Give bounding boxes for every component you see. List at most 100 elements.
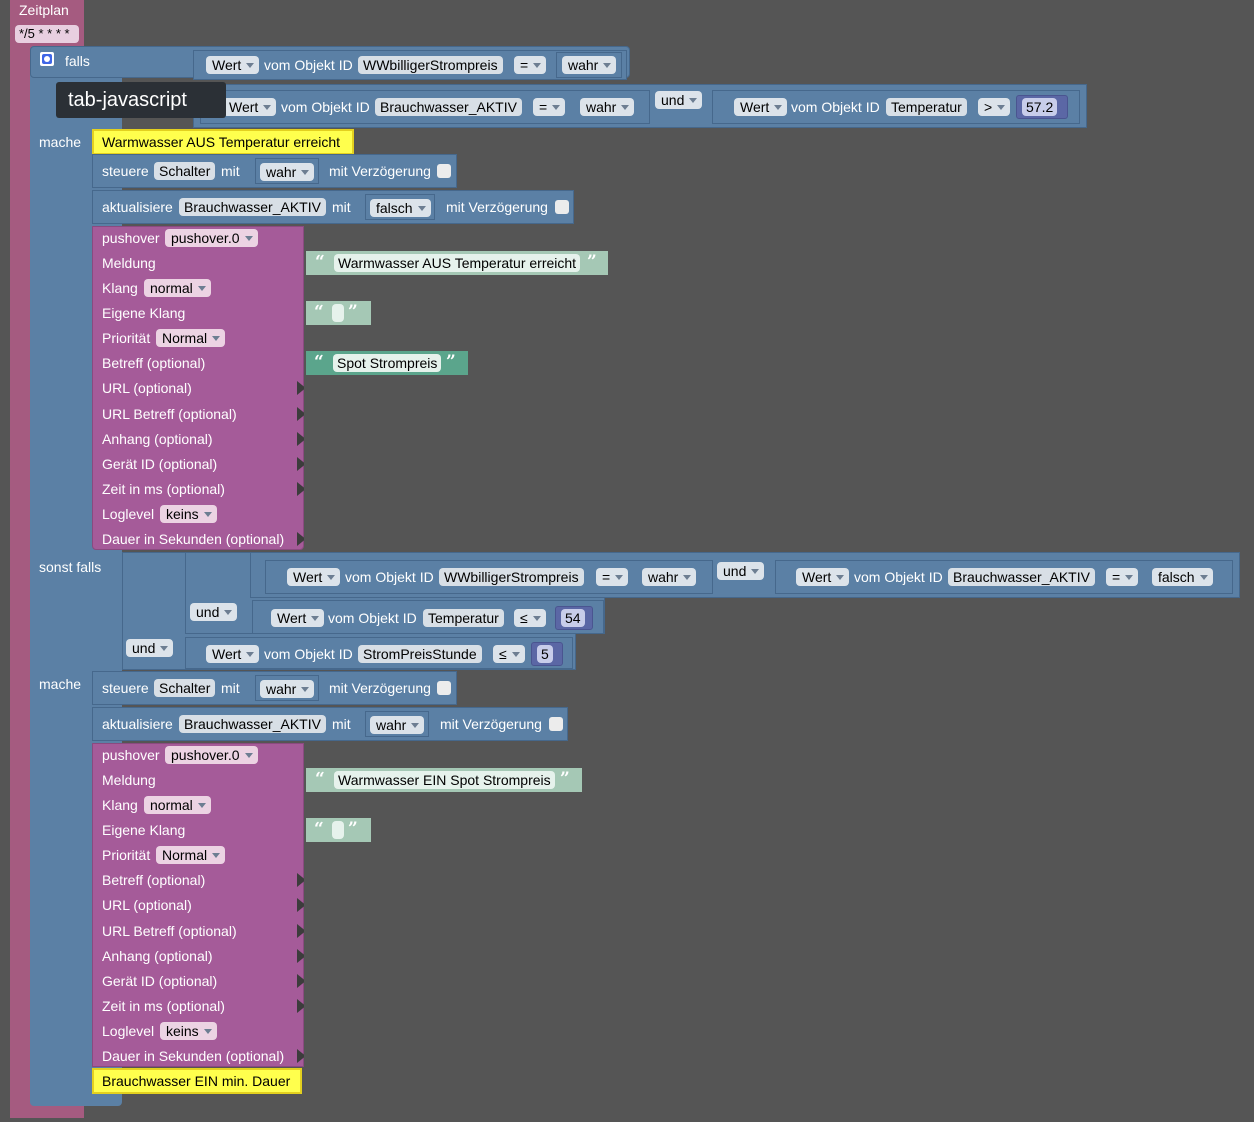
wert-dropdown-7[interactable]: Wert	[206, 645, 260, 663]
text-value-empty[interactable]	[332, 821, 344, 839]
open-quote-icon: “	[314, 819, 324, 839]
vom-objekt-id-label: vom Objekt ID	[854, 569, 943, 585]
and-dropdown[interactable]: und	[717, 562, 765, 580]
cron-field[interactable]: */5 * * * *	[15, 25, 79, 43]
switch-object-field[interactable]: Schalter	[154, 679, 216, 697]
object-id-field[interactable]: Brauchwasser_AKTIV	[179, 198, 326, 216]
trigger-label: Zeitplan	[19, 2, 69, 18]
zeit-label: Zeit in ms (optional)	[102, 481, 225, 497]
number-block[interactable]: 57.2	[1016, 95, 1068, 119]
number-block[interactable]: 5	[531, 642, 563, 666]
text-block-empty[interactable]: “”	[306, 818, 371, 842]
value-dropdown[interactable]: wahr	[562, 56, 617, 74]
wert-dropdown-5[interactable]: Wert	[796, 568, 850, 586]
dauer-label: Dauer in Sekunden (optional)	[102, 1048, 285, 1064]
text-value-empty[interactable]	[332, 304, 344, 322]
and-dropdown[interactable]: und	[655, 91, 703, 109]
operator-dropdown[interactable]: =	[533, 98, 566, 116]
object-id-field[interactable]: Temperatur	[423, 609, 504, 627]
delay-checkbox[interactable]	[437, 681, 451, 695]
value-dropdown[interactable]: falsch	[370, 199, 431, 217]
delay-checkbox[interactable]	[437, 164, 451, 178]
text-block-empty[interactable]: “”	[306, 301, 371, 325]
anhang-label: Anhang (optional)	[102, 431, 213, 447]
close-quote-icon: ”	[560, 769, 570, 789]
text-value[interactable]: Warmwasser EIN Spot Strompreis	[334, 771, 555, 789]
value-dropdown[interactable]: wahr	[260, 680, 315, 698]
operator-dropdown[interactable]: =	[514, 56, 547, 74]
anhang-label: Anhang (optional)	[102, 948, 213, 964]
pushover-instance-dropdown[interactable]: pushover.0	[165, 746, 258, 764]
mit-label: mit	[332, 199, 351, 215]
open-quote-icon: “	[314, 352, 324, 372]
delay-label: mit Verzögerung	[329, 163, 431, 179]
operator-dropdown[interactable]: =	[596, 568, 629, 586]
falls-label: falls	[65, 53, 90, 69]
prioritaet-label: Priorität	[102, 330, 151, 346]
delay-label: mit Verzögerung	[329, 680, 431, 696]
switch-object-field[interactable]: Schalter	[154, 162, 216, 180]
open-quote-icon: “	[315, 769, 325, 789]
object-id-field[interactable]: Brauchwasser_AKTIV	[948, 568, 1095, 586]
url-betreff-label: URL Betreff (optional)	[102, 406, 237, 422]
number-block[interactable]: 54	[555, 606, 593, 630]
vom-objekt-id-label: vom Objekt ID	[281, 99, 370, 115]
object-id-field[interactable]: WWbilligerStrompreis	[358, 56, 503, 74]
zeit-label: Zeit in ms (optional)	[102, 998, 225, 1014]
loglevel-dropdown[interactable]: keins	[160, 505, 217, 523]
text-block-meldung[interactable]: “ Warmwasser AUS Temperatur erreicht ”	[306, 251, 608, 275]
value-dropdown[interactable]: wahr	[370, 716, 425, 734]
delay-checkbox[interactable]	[555, 200, 569, 214]
close-quote-icon: ”	[446, 352, 456, 372]
klang-dropdown[interactable]: normal	[144, 796, 211, 814]
delay-checkbox[interactable]	[549, 717, 563, 731]
object-id-field[interactable]: StromPreisStunde	[358, 645, 482, 663]
text-value[interactable]: Warmwasser AUS Temperatur erreicht	[334, 254, 581, 272]
object-id-field[interactable]: Brauchwasser_AKTIV	[375, 98, 522, 116]
vom-objekt-id-label: vom Objekt ID	[791, 99, 880, 115]
object-id-field[interactable]: Temperatur	[886, 98, 967, 116]
and-dropdown[interactable]: und	[190, 603, 238, 621]
comment-block-1[interactable]: Warmwasser AUS Temperatur erreicht	[92, 129, 354, 155]
loglevel-label: Loglevel	[102, 1023, 155, 1039]
prioritaet-dropdown[interactable]: Normal	[156, 329, 226, 347]
wert-dropdown-1[interactable]: Wert	[206, 56, 260, 74]
value-dropdown[interactable]: wahr	[260, 163, 315, 181]
value-dropdown[interactable]: wahr	[580, 98, 635, 116]
text-block-meldung[interactable]: “ Warmwasser EIN Spot Strompreis ”	[306, 768, 582, 792]
prioritaet-dropdown[interactable]: Normal	[156, 846, 226, 864]
open-quote-icon: “	[314, 302, 324, 322]
value-dropdown[interactable]: wahr	[642, 568, 697, 586]
pushover-instance-dropdown[interactable]: pushover.0	[165, 229, 258, 247]
mit-label: mit	[221, 163, 240, 179]
meldung-label: Meldung	[102, 772, 156, 788]
mache-label: mache	[39, 676, 82, 692]
object-id-field[interactable]: WWbilligerStrompreis	[439, 568, 584, 586]
wert-dropdown-6[interactable]: Wert	[271, 609, 325, 627]
klang-label: Klang	[102, 797, 138, 813]
wert-dropdown-3[interactable]: Wert	[734, 98, 788, 116]
operator-dropdown[interactable]: =	[1106, 568, 1139, 586]
wert-dropdown-4[interactable]: Wert	[287, 568, 341, 586]
dauer-label: Dauer in Sekunden (optional)	[102, 531, 285, 547]
text-block-betreff[interactable]: “ Spot Strompreis”	[306, 351, 468, 375]
mit-label: mit	[332, 716, 351, 732]
vom-objekt-id-label: vom Objekt ID	[345, 569, 434, 585]
operator-dropdown[interactable]: >	[978, 98, 1011, 116]
klang-dropdown[interactable]: normal	[144, 279, 211, 297]
gear-icon[interactable]	[40, 52, 54, 66]
text-value[interactable]: Spot Strompreis	[333, 354, 442, 372]
object-id-field[interactable]: Brauchwasser_AKTIV	[179, 715, 326, 733]
loglevel-dropdown[interactable]: keins	[160, 1022, 217, 1040]
operator-dropdown[interactable]: ≤	[493, 645, 525, 663]
vom-objekt-id-label: vom Objekt ID	[328, 610, 417, 626]
and-dropdown[interactable]: und	[126, 639, 174, 657]
betreff-label: Betreff (optional)	[102, 872, 206, 888]
comment-block-2[interactable]: Brauchwasser EIN min. Dauer	[92, 1068, 302, 1094]
value-dropdown[interactable]: falsch	[1152, 568, 1213, 586]
pushover-label: pushover	[102, 747, 160, 763]
operator-dropdown[interactable]: ≤	[514, 609, 546, 627]
url-label: URL (optional)	[102, 897, 192, 913]
wert-dropdown-2[interactable]: Wert	[223, 98, 277, 116]
prioritaet-label: Priorität	[102, 847, 151, 863]
